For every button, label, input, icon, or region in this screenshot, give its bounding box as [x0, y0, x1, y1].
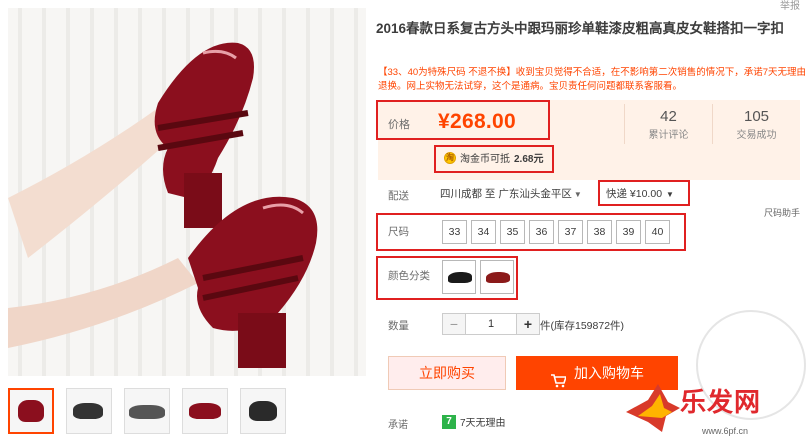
promise-text: 7天无理由 — [460, 418, 506, 429]
color-label: 颜色分类 — [388, 270, 430, 282]
size-options: 33 34 35 36 37 38 39 40 — [442, 220, 670, 244]
size-option[interactable]: 36 — [529, 220, 554, 244]
cart-icon — [550, 366, 568, 388]
delivery-route-text: 四川成都 至 广东汕头金平区 — [440, 188, 572, 200]
upper-heel — [184, 173, 222, 228]
quantity-plus-button[interactable]: + — [516, 313, 540, 335]
shipping-text: 快递 ¥10.00 — [606, 188, 663, 200]
promise-badge[interactable]: 7 7天无理由 — [442, 414, 506, 429]
thumbnail-strip — [8, 388, 286, 438]
color-swatch-red[interactable] — [480, 260, 514, 294]
buy-now-button[interactable]: 立即购买 — [388, 356, 506, 390]
stat-reviews-count: 42 — [660, 108, 677, 125]
stat-transactions-count: 105 — [743, 108, 770, 125]
seven-day-icon: 7 — [442, 414, 456, 429]
stat-transactions[interactable]: 105 交易成功 — [712, 104, 800, 144]
red-shoe-icon — [486, 272, 510, 283]
watermark-url: www.6pf.cn — [702, 426, 749, 436]
size-option[interactable]: 34 — [471, 220, 496, 244]
delivery-route[interactable]: 四川成都 至 广东汕头金平区 ▼ — [440, 186, 582, 201]
coin-amount: 2.68元 — [514, 154, 544, 165]
stat-transactions-label: 交易成功 — [736, 130, 777, 141]
watermark-text: 乐发网 — [680, 388, 762, 418]
thumbnail-2[interactable] — [66, 388, 112, 434]
coin-icon: 淘 — [444, 151, 456, 164]
quantity-label: 数量 — [388, 320, 409, 332]
chevron-down-icon: ▼ — [573, 190, 582, 199]
main-product-image[interactable] — [8, 8, 366, 376]
thumbnail-1[interactable] — [8, 388, 54, 434]
product-title: 2016春款日系复古方头中跟玛丽珍单鞋漆皮粗高真皮女鞋搭扣一字扣 — [376, 21, 785, 36]
color-swatch-black[interactable] — [442, 260, 476, 294]
price-label: 价格 — [388, 119, 410, 131]
size-helper-link[interactable]: 尺码助手 — [764, 206, 800, 219]
sales-stats: 42 累计评论 105 交易成功 — [624, 104, 800, 144]
product-subtitle: 【33、40为特殊尺码 不退不换】收到宝贝觉得不合适，在不影响第二次销售的情况下… — [378, 67, 807, 92]
leg-lower — [8, 258, 198, 348]
thumbnail-3[interactable] — [124, 388, 170, 434]
stat-reviews-label: 累计评论 — [648, 130, 689, 141]
taojinbi-row: 淘 淘金币可抵 2.68元 — [444, 150, 543, 165]
promise-label: 承诺 — [388, 420, 408, 431]
size-option[interactable]: 37 — [558, 220, 583, 244]
thumbnail-5[interactable] — [240, 388, 286, 434]
report-link[interactable]: 举报 — [780, 0, 800, 12]
delivery-label: 配送 — [388, 190, 409, 202]
size-option[interactable]: 40 — [645, 220, 670, 244]
black-shoe-icon — [448, 272, 472, 283]
thumbnail-4[interactable] — [182, 388, 228, 434]
size-label: 尺码 — [388, 226, 409, 238]
color-options — [442, 260, 514, 294]
chevron-down-icon: ▼ — [666, 190, 674, 199]
shoe-illustration — [8, 42, 318, 368]
size-option[interactable]: 35 — [500, 220, 525, 244]
stock-text: 件(库存159872件) — [540, 320, 625, 332]
price-row: 价格 ¥268.00 42 累计评论 105 交易成功 — [376, 100, 800, 146]
lower-heel — [238, 313, 286, 368]
size-option[interactable]: 39 — [616, 220, 641, 244]
coin-text: 淘金币可抵 — [460, 154, 510, 165]
quantity-stepper: − 1 + — [442, 313, 540, 335]
size-option[interactable]: 38 — [587, 220, 612, 244]
quantity-input[interactable]: 1 — [466, 313, 516, 335]
price-value: ¥268.00 — [438, 110, 517, 133]
shipping-select[interactable]: 快递 ¥10.00 ▼ — [606, 186, 674, 201]
stat-reviews[interactable]: 42 累计评论 — [624, 104, 712, 144]
size-option[interactable]: 33 — [442, 220, 467, 244]
quantity-minus-button[interactable]: − — [442, 313, 466, 335]
